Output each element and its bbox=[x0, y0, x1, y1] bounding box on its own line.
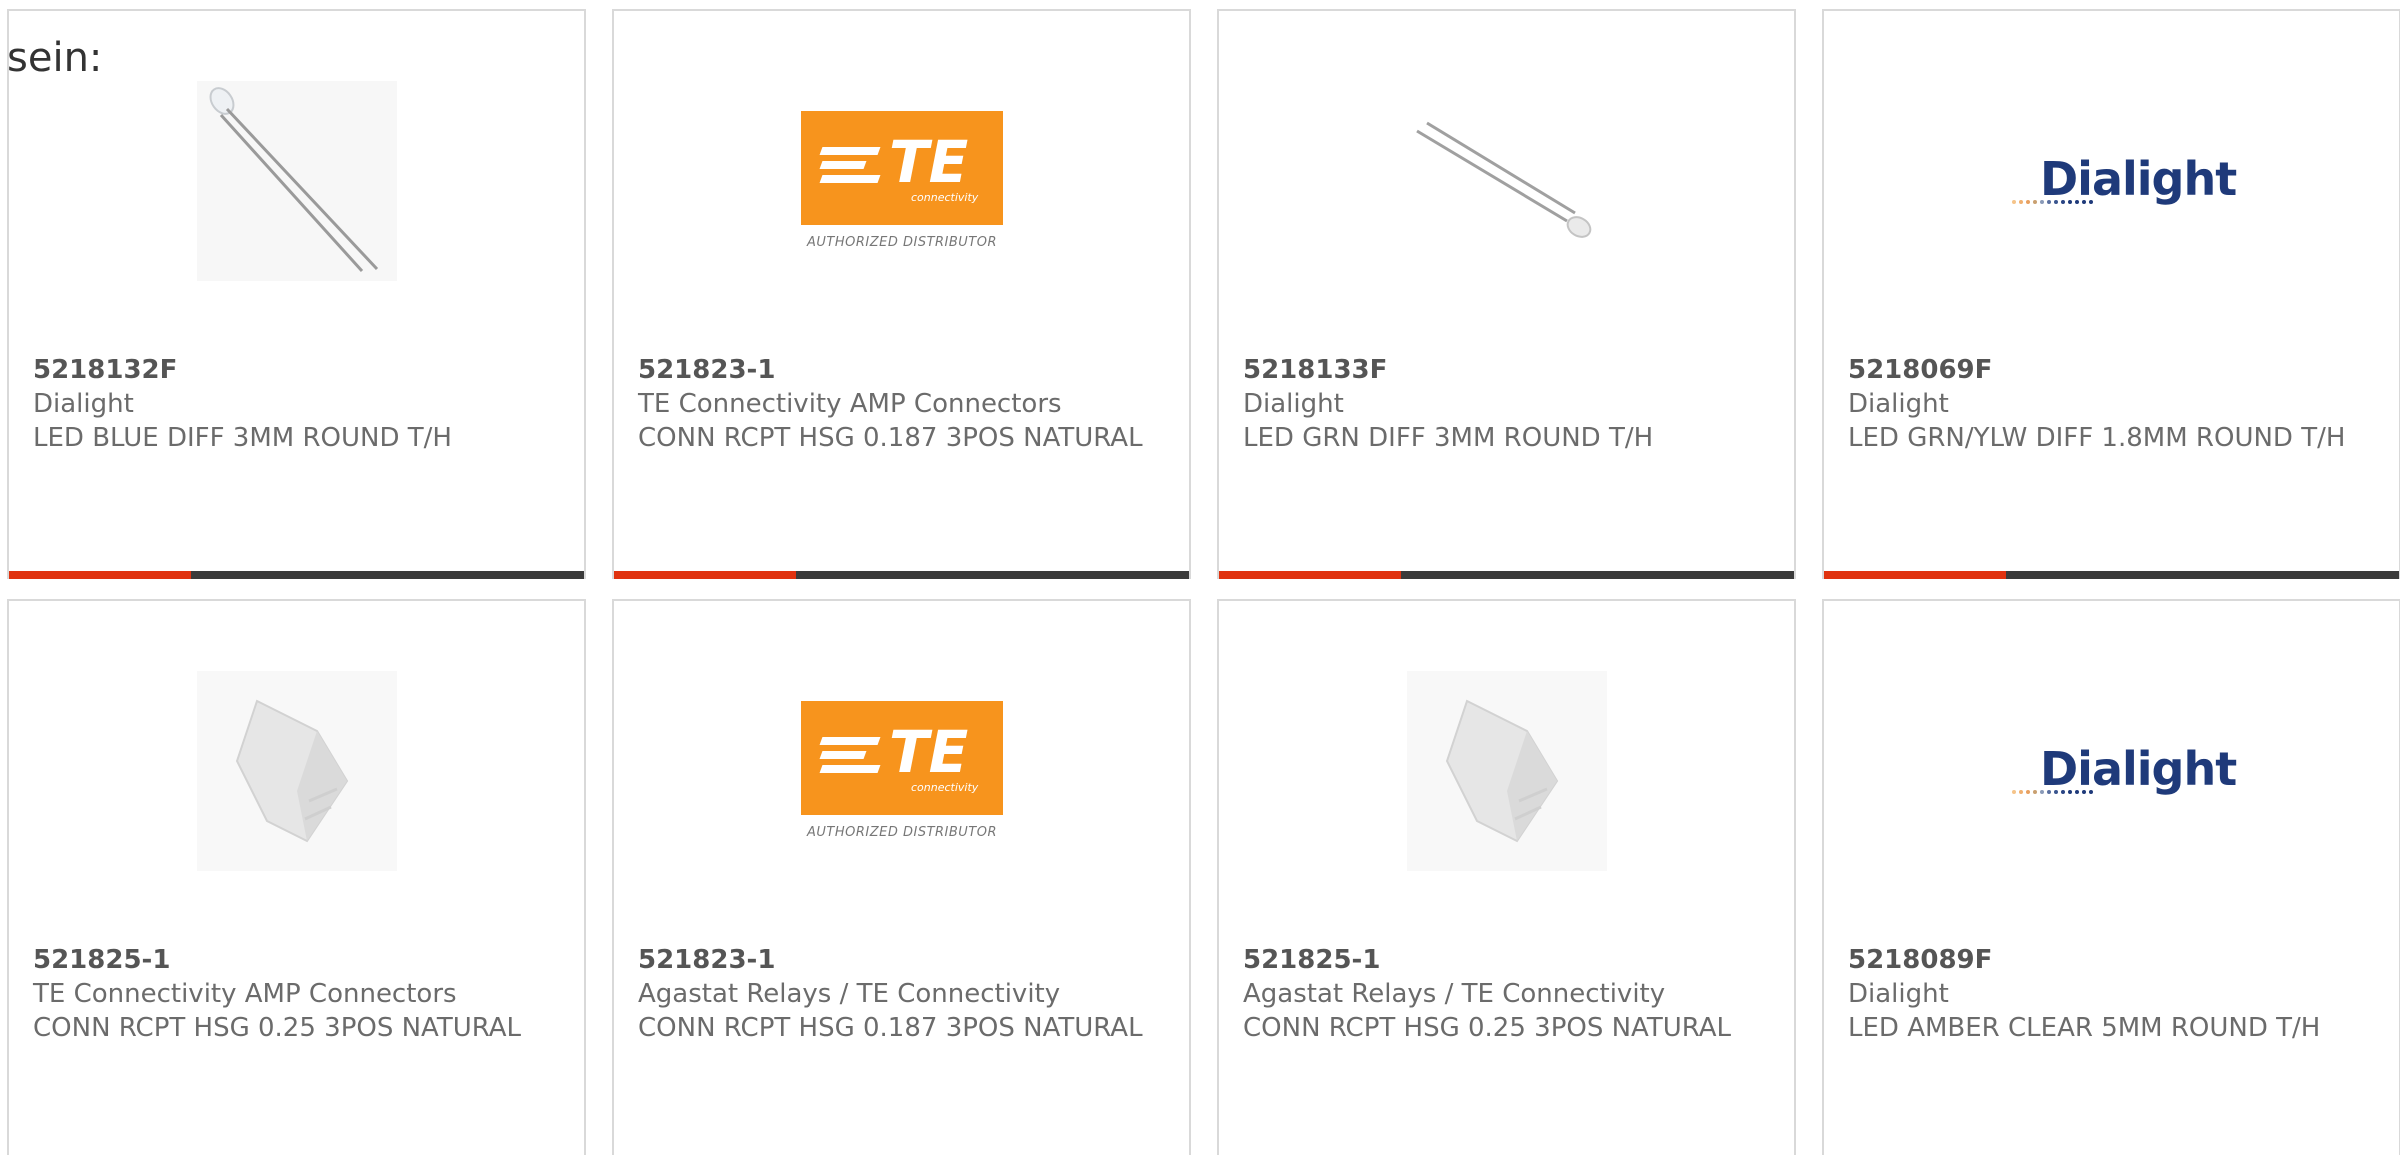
manufacturer: TE Connectivity AMP Connectors bbox=[33, 979, 457, 1009]
card-accent bbox=[614, 571, 796, 579]
part-number[interactable]: 5218132F bbox=[33, 353, 564, 387]
product-grid: 5218132F Dialight LED BLUE DIFF 3MM ROUN… bbox=[7, 9, 2400, 1155]
card-accent bbox=[1824, 571, 2006, 579]
part-number[interactable]: 5218069F bbox=[1848, 353, 2379, 387]
product-image: Dialight bbox=[2012, 671, 2237, 871]
product-card[interactable]: TE connectivity AUTHORIZED DISTRIBUTOR 5… bbox=[612, 9, 1191, 579]
description: CONN RCPT HSG 0.25 3POS NATURAL bbox=[33, 1013, 522, 1043]
product-image bbox=[1407, 81, 1607, 281]
description: LED AMBER CLEAR 5MM ROUND T/H bbox=[1848, 1013, 2321, 1043]
manufacturer: Dialight bbox=[1243, 389, 1344, 419]
led-image bbox=[1416, 121, 1592, 238]
manufacturer: Dialight bbox=[1848, 979, 1949, 1009]
manufacturer: TE Connectivity AMP Connectors bbox=[638, 389, 1062, 419]
te-logo-icon: TE connectivity AUTHORIZED DISTRIBUTOR bbox=[801, 701, 1003, 841]
product-card[interactable]: 521825-1 Agastat Relays / TE Connectivit… bbox=[1217, 599, 1796, 1155]
product-grid-page: sein: 5218132F Dialight LED BLUE DIFF 3M… bbox=[0, 0, 2400, 1155]
product-card[interactable]: TE connectivity AUTHORIZED DISTRIBUTOR 5… bbox=[612, 599, 1191, 1155]
dialight-logo-icon: Dialight bbox=[2012, 736, 2237, 806]
product-info: 5218133F Dialight LED GRN DIFF 3MM ROUND… bbox=[1243, 353, 1774, 455]
product-image: TE connectivity AUTHORIZED DISTRIBUTOR bbox=[801, 671, 1003, 871]
card-accent bbox=[1219, 571, 1401, 579]
description: CONN RCPT HSG 0.187 3POS NATURAL bbox=[638, 1013, 1143, 1043]
description: LED GRN/YLW DIFF 1.8MM ROUND T/H bbox=[1848, 423, 2346, 453]
te-logo-icon: TE connectivity AUTHORIZED DISTRIBUTOR bbox=[801, 111, 1003, 251]
card-footer-bar bbox=[9, 571, 584, 579]
manufacturer: Agastat Relays / TE Connectivity bbox=[1243, 979, 1666, 1009]
product-image bbox=[197, 671, 397, 871]
manufacturer: Dialight bbox=[1848, 389, 1949, 419]
card-footer-bar bbox=[614, 571, 1189, 579]
product-info: 521825-1 TE Connectivity AMP Connectors … bbox=[33, 943, 564, 1045]
part-number[interactable]: 521825-1 bbox=[1243, 943, 1774, 977]
card-accent bbox=[9, 571, 191, 579]
part-number[interactable]: 5218133F bbox=[1243, 353, 1774, 387]
product-image: Dialight bbox=[2012, 81, 2237, 281]
connector-housing-image bbox=[1407, 671, 1607, 871]
product-card[interactable]: Dialight 5218089F Dialight LED AMBER CLE… bbox=[1822, 599, 2400, 1155]
description: LED BLUE DIFF 3MM ROUND T/H bbox=[33, 423, 452, 453]
product-image bbox=[1407, 671, 1607, 871]
product-card[interactable]: 5218133F Dialight LED GRN DIFF 3MM ROUND… bbox=[1217, 9, 1796, 579]
product-image: TE connectivity AUTHORIZED DISTRIBUTOR bbox=[801, 81, 1003, 281]
intro-text: sein: bbox=[7, 35, 103, 81]
description: CONN RCPT HSG 0.187 3POS NATURAL bbox=[638, 423, 1143, 453]
manufacturer: Agastat Relays / TE Connectivity bbox=[638, 979, 1061, 1009]
product-info: 5218089F Dialight LED AMBER CLEAR 5MM RO… bbox=[1848, 943, 2379, 1045]
product-info: 5218132F Dialight LED BLUE DIFF 3MM ROUN… bbox=[33, 353, 564, 455]
led-image bbox=[197, 81, 397, 281]
dialight-logo-icon: Dialight bbox=[2012, 146, 2237, 216]
part-number[interactable]: 5218089F bbox=[1848, 943, 2379, 977]
product-card[interactable]: 521825-1 TE Connectivity AMP Connectors … bbox=[7, 599, 586, 1155]
part-number[interactable]: 521823-1 bbox=[638, 943, 1169, 977]
product-card[interactable]: Dialight 5218069F Dialight LED GRN/YLW D… bbox=[1822, 9, 2400, 579]
product-info: 5218069F Dialight LED GRN/YLW DIFF 1.8MM… bbox=[1848, 353, 2379, 455]
product-image bbox=[197, 81, 397, 281]
connector-housing-image bbox=[197, 671, 397, 871]
part-number[interactable]: 521825-1 bbox=[33, 943, 564, 977]
product-info: 521825-1 Agastat Relays / TE Connectivit… bbox=[1243, 943, 1774, 1045]
card-footer-bar bbox=[1824, 571, 2399, 579]
part-number[interactable]: 521823-1 bbox=[638, 353, 1169, 387]
manufacturer: Dialight bbox=[33, 389, 134, 419]
product-info: 521823-1 TE Connectivity AMP Connectors … bbox=[638, 353, 1169, 455]
product-info: 521823-1 Agastat Relays / TE Connectivit… bbox=[638, 943, 1169, 1045]
product-card[interactable]: 5218132F Dialight LED BLUE DIFF 3MM ROUN… bbox=[7, 9, 586, 579]
description: CONN RCPT HSG 0.25 3POS NATURAL bbox=[1243, 1013, 1732, 1043]
description: LED GRN DIFF 3MM ROUND T/H bbox=[1243, 423, 1654, 453]
card-footer-bar bbox=[1219, 571, 1794, 579]
